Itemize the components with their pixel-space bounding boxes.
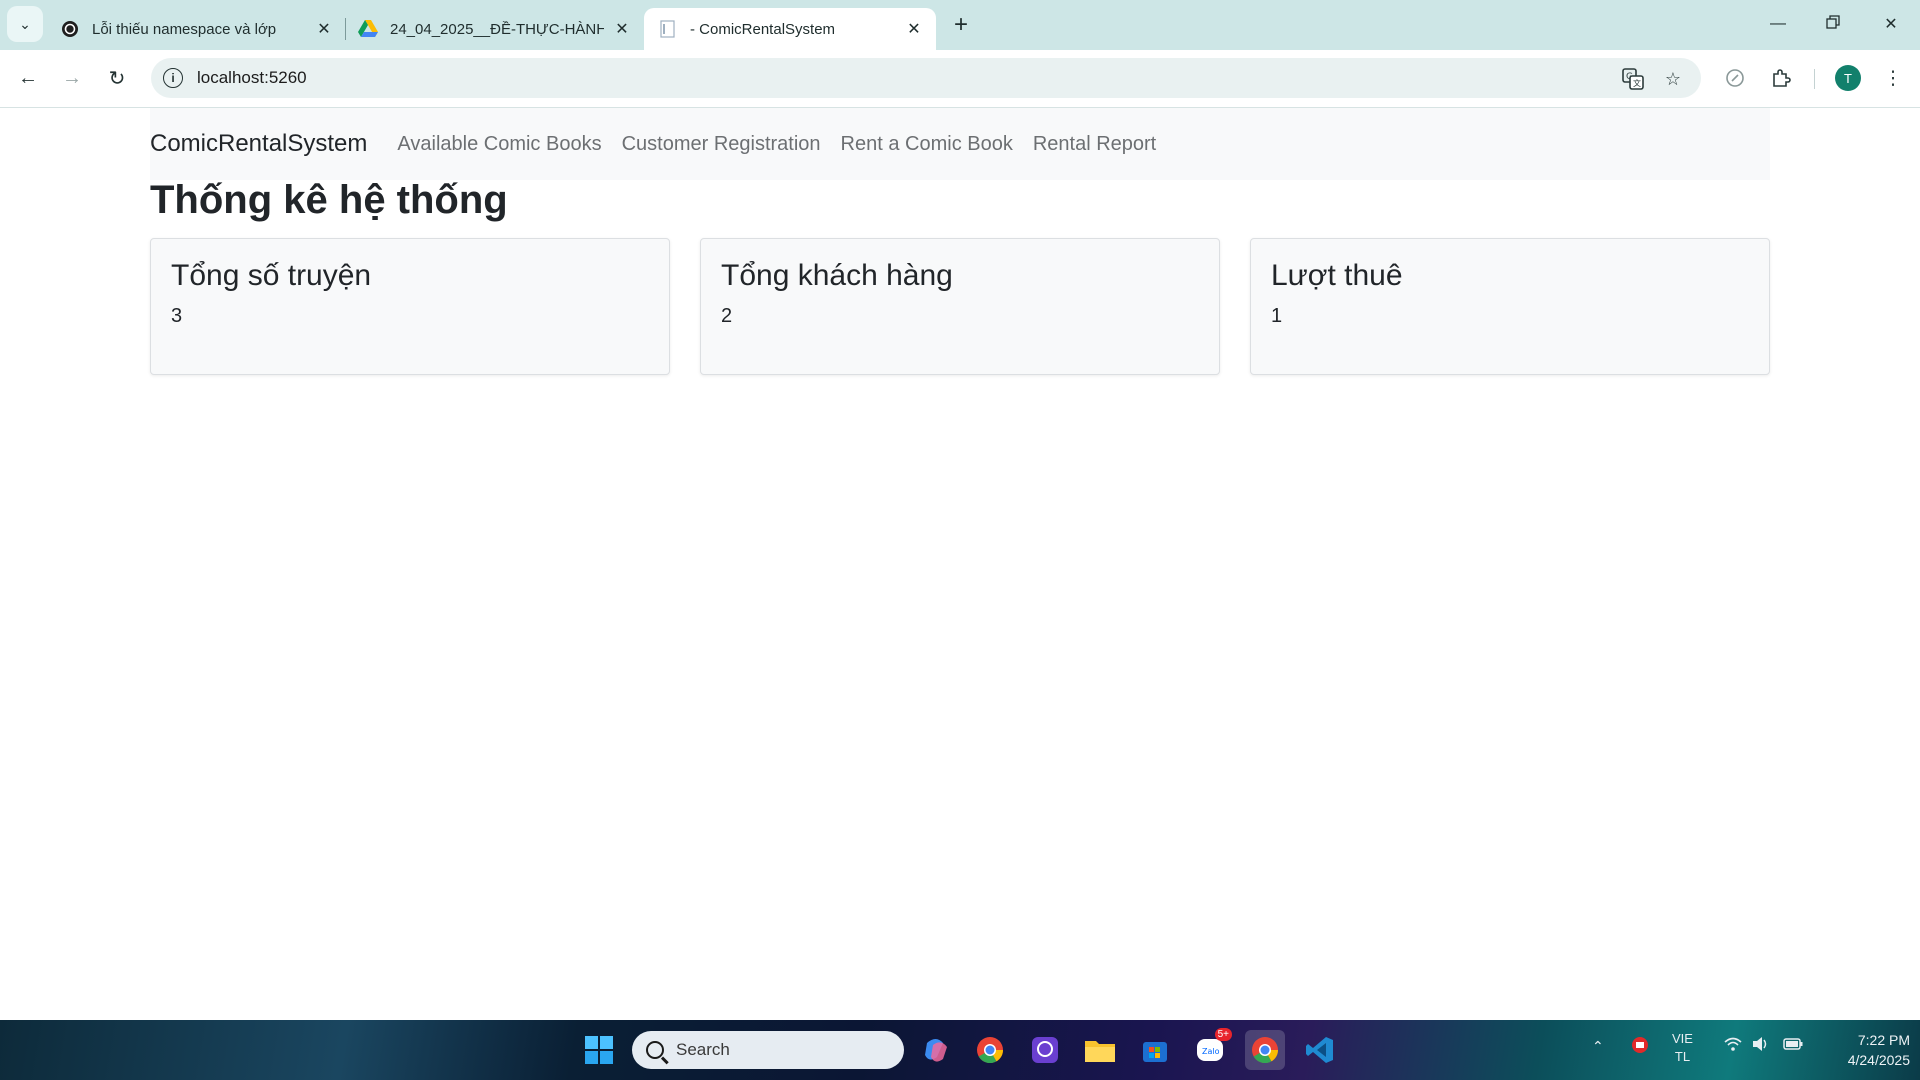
- chrome-app[interactable]: [970, 1030, 1010, 1070]
- vscode-app[interactable]: [1300, 1030, 1340, 1070]
- browser-toolbar: ← → ↻ i localhost:5260 G文 ☆ T ⋮: [0, 50, 1920, 108]
- url-text: localhost:5260: [197, 68, 307, 87]
- copilot-app[interactable]: [916, 1030, 956, 1070]
- nav-link-rent-a-comic-book[interactable]: Rent a Comic Book: [841, 133, 1013, 156]
- wifi-icon[interactable]: [1724, 1036, 1742, 1055]
- restore-button[interactable]: [1813, 8, 1853, 40]
- minimize-icon: —: [1770, 15, 1786, 32]
- tab-title: Lỗi thiếu namespace và lớp: [92, 20, 277, 38]
- tab-google-drive[interactable]: 24_04_2025__ĐỀ-THỰC-HÀNH ✕: [344, 8, 644, 50]
- tab-chatgpt[interactable]: Lỗi thiếu namespace và lớp ✕: [46, 8, 346, 50]
- tray-app-icon[interactable]: [1631, 1036, 1649, 1057]
- stat-card-rentals: Lượt thuê 1: [1250, 238, 1770, 375]
- file-explorer-app[interactable]: [1080, 1030, 1120, 1070]
- profile-avatar[interactable]: T: [1835, 65, 1861, 91]
- stat-card-total-comics: Tổng số truyện 3: [150, 238, 670, 375]
- close-icon: ✕: [1884, 16, 1898, 33]
- plus-icon: +: [953, 11, 968, 38]
- address-bar[interactable]: i localhost:5260 G文 ☆: [151, 58, 1701, 98]
- taskbar-search-placeholder: Search: [676, 1040, 730, 1059]
- zalo-app[interactable]: Zalo 5+: [1190, 1028, 1232, 1070]
- chrome-icon: [1252, 1037, 1279, 1064]
- folder-icon: [1085, 1041, 1115, 1062]
- page-title: Thống kê hệ thống: [150, 178, 508, 222]
- navbar-brand[interactable]: ComicRentalSystem: [150, 130, 367, 158]
- tab-title: - ComicRentalSystem: [690, 20, 836, 38]
- stat-card-title: Lượt thuê: [1271, 259, 1403, 292]
- close-tab-icon[interactable]: ✕: [904, 19, 924, 39]
- site-navbar: ComicRentalSystem Available Comic Books …: [150, 108, 1770, 180]
- purple-app[interactable]: [1025, 1030, 1065, 1070]
- restore-icon: [1826, 14, 1840, 34]
- toolbar-separator: [1814, 69, 1815, 89]
- start-button[interactable]: [579, 1030, 619, 1070]
- openai-icon: [60, 19, 80, 39]
- tab-title: 24_04_2025__ĐỀ-THỰC-HÀNH: [390, 20, 604, 38]
- minimize-button[interactable]: —: [1758, 8, 1798, 40]
- language-sub: TL: [1674, 1049, 1691, 1064]
- new-tab-button[interactable]: +: [946, 10, 976, 40]
- stat-card-value: 3: [171, 305, 183, 327]
- translate-icon[interactable]: G文: [1621, 67, 1645, 91]
- app-icon: [1032, 1037, 1058, 1063]
- microsoft-store-app[interactable]: [1135, 1030, 1175, 1070]
- forward-button[interactable]: →: [56, 62, 88, 94]
- tab-search-button[interactable]: ⌄: [7, 6, 43, 42]
- arrow-left-icon: ←: [18, 66, 38, 89]
- chevron-up-icon[interactable]: ⌃: [1592, 1038, 1604, 1055]
- google-drive-icon: [358, 19, 378, 39]
- copilot-icon: [925, 1039, 947, 1062]
- nav-link-customer-registration[interactable]: Customer Registration: [622, 133, 821, 156]
- reload-icon: ↻: [108, 67, 126, 90]
- language-code: VIE: [1672, 1031, 1693, 1046]
- windows-logo-icon: [585, 1036, 613, 1064]
- chevron-down-icon: ⌄: [19, 15, 31, 32]
- stat-card-value: 1: [1271, 305, 1283, 327]
- extensions-puzzle-icon[interactable]: [1766, 63, 1796, 93]
- back-button[interactable]: ←: [12, 62, 44, 94]
- browser-tab-strip: ⌄ Lỗi thiếu namespace và lớp ✕ 24_04_202…: [0, 0, 1920, 50]
- stat-card-title: Tổng khách hàng: [721, 259, 953, 292]
- site-info-icon[interactable]: i: [163, 68, 183, 88]
- taskbar-search[interactable]: Search: [632, 1031, 904, 1069]
- vscode-icon: [1306, 1037, 1333, 1063]
- volume-icon[interactable]: [1752, 1036, 1770, 1055]
- search-icon: [646, 1041, 664, 1059]
- bookmark-star-icon[interactable]: ☆: [1661, 67, 1685, 91]
- svg-text:Zalo: Zalo: [1202, 1047, 1220, 1056]
- clock-date: 4/24/2025: [1847, 1052, 1910, 1068]
- stat-card-title: Tổng số truyện: [171, 259, 372, 292]
- nav-link-available-comic-books[interactable]: Available Comic Books: [397, 133, 601, 156]
- close-tab-icon[interactable]: ✕: [612, 19, 632, 39]
- stat-card-total-customers: Tổng khách hàng 2: [700, 238, 1220, 375]
- tab-comic-rental-system[interactable]: - ComicRentalSystem ✕: [644, 8, 936, 50]
- close-tab-icon[interactable]: ✕: [314, 19, 334, 39]
- notification-badge: 5+: [1214, 1028, 1232, 1041]
- battery-icon[interactable]: [1783, 1037, 1803, 1054]
- clock-time: 7:22 PM: [1857, 1032, 1910, 1048]
- svg-text:文: 文: [1633, 78, 1641, 88]
- performance-icon[interactable]: [1720, 63, 1750, 93]
- windows-taskbar: Search Zalo 5+ ⌃ VIE TL 7:22 PM 4/24/202…: [0, 1020, 1920, 1080]
- chrome-profile-app[interactable]: [1245, 1030, 1285, 1070]
- more-vertical-icon[interactable]: ⋮: [1878, 63, 1908, 93]
- close-window-button[interactable]: ✕: [1871, 8, 1911, 40]
- nav-link-rental-report[interactable]: Rental Report: [1033, 133, 1156, 156]
- reload-button[interactable]: ↻: [101, 62, 133, 94]
- language-indicator[interactable]: VIE TL: [1672, 1030, 1693, 1066]
- chrome-icon: [977, 1037, 1004, 1064]
- document-icon: [658, 19, 678, 39]
- system-clock[interactable]: 7:22 PM 4/24/2025: [1820, 1030, 1910, 1070]
- stat-card-value: 2: [721, 305, 733, 327]
- store-icon: [1143, 1042, 1167, 1062]
- arrow-right-icon: →: [62, 66, 82, 89]
